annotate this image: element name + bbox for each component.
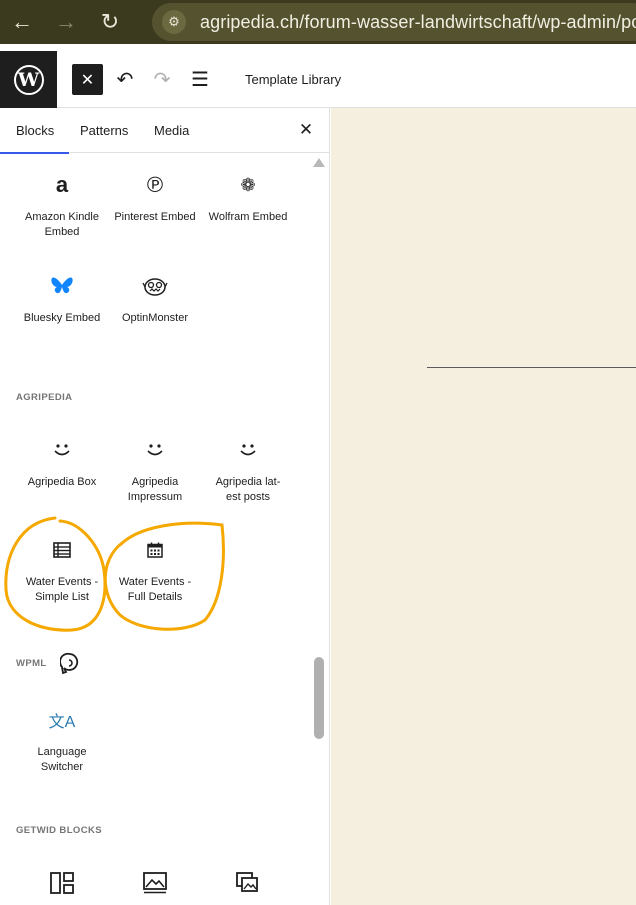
wordpress-logo-icon[interactable]: W xyxy=(0,51,57,108)
block-getwid-image[interactable] xyxy=(109,868,201,898)
document-overview-icon[interactable]: ☰ xyxy=(186,65,214,93)
tab-blocks[interactable]: Blocks xyxy=(0,108,70,154)
url-text: agripedia.ch/forum-wasser-landwirtschaft… xyxy=(200,11,636,32)
amazon-icon: a xyxy=(55,172,69,197)
smiley-icon xyxy=(202,435,294,465)
back-arrow-icon[interactable]: ← xyxy=(0,0,44,44)
translate-icon: 文A xyxy=(48,714,76,731)
inserter-tabs: Blocks Patterns Media ✕ xyxy=(0,108,329,154)
close-inserter-button[interactable]: ✕ xyxy=(72,64,103,95)
block-water-events-simple-list[interactable]: Water Events - Simple List xyxy=(16,535,108,605)
block-water-events-full-details[interactable]: Water Events - Full Details xyxy=(109,535,201,605)
block-agripedia-impressum[interactable]: Agripedia Impressum xyxy=(109,435,201,505)
block-pinterest-embed[interactable]: ℗ Pinterest Embed xyxy=(109,170,201,225)
scroll-up-arrow[interactable] xyxy=(313,158,325,167)
browser-toolbar: ← → ↻ ⚙ agripedia.ch/forum-wasser-landwi… xyxy=(0,0,636,44)
forward-arrow-icon[interactable]: → xyxy=(44,0,88,44)
document-title[interactable]: Template Library xyxy=(245,72,341,87)
wpml-logo-icon xyxy=(59,652,80,679)
tune-icon[interactable]: ⚙ xyxy=(162,10,186,34)
close-icon[interactable]: ✕ xyxy=(294,118,318,142)
editor-toolbar: W ✕ ↶ ↷ ☰ Template Library xyxy=(0,51,636,108)
pinterest-icon: ℗ xyxy=(146,172,164,197)
gallery-icon xyxy=(202,868,294,898)
redo-icon[interactable]: ↷ xyxy=(148,65,176,93)
category-title-wpml: WPML xyxy=(16,658,47,669)
calendar-icon xyxy=(109,535,201,565)
block-optinmonster[interactable]: OptinMonster xyxy=(109,271,201,326)
block-inserter-panel: Blocks Patterns Media ✕ a Amazon Kindle … xyxy=(0,108,330,905)
block-wolfram-embed[interactable]: ❁ Wolfram Embed xyxy=(202,170,294,225)
block-bluesky-embed[interactable]: Bluesky Embed xyxy=(16,271,108,326)
image-icon xyxy=(109,868,201,898)
editor-canvas[interactable] xyxy=(331,108,636,905)
category-title-getwid: GETWID BLOCKS xyxy=(16,825,102,836)
tab-media[interactable]: Media xyxy=(154,108,189,153)
reload-icon[interactable]: ↻ xyxy=(88,0,132,44)
block-agripedia-latest-posts[interactable]: Agripedia lat-est posts xyxy=(202,435,294,505)
list-table-icon xyxy=(16,535,108,565)
block-getwid-gallery[interactable] xyxy=(202,868,294,898)
bluesky-butterfly-icon xyxy=(16,271,108,301)
category-title-agripedia: AGRIPEDIA xyxy=(16,392,73,403)
smiley-icon xyxy=(16,435,108,465)
wolfram-icon: ❁ xyxy=(240,174,256,195)
block-agripedia-box[interactable]: Agripedia Box xyxy=(16,435,108,490)
optinmonster-icon xyxy=(109,271,201,301)
block-language-switcher[interactable]: 文A Language Switcher xyxy=(16,705,108,775)
tab-patterns[interactable]: Patterns xyxy=(80,108,128,153)
address-bar[interactable]: ⚙ agripedia.ch/forum-wasser-landwirtscha… xyxy=(152,3,636,41)
smiley-icon xyxy=(109,435,201,465)
scrollbar-thumb[interactable] xyxy=(314,657,324,739)
block-amazon-kindle-embed[interactable]: a Amazon Kindle Embed xyxy=(16,170,108,240)
block-getwid-layout[interactable] xyxy=(16,868,108,898)
separator-line xyxy=(427,367,636,368)
undo-icon[interactable]: ↶ xyxy=(111,65,139,93)
layout-icon xyxy=(16,868,108,898)
